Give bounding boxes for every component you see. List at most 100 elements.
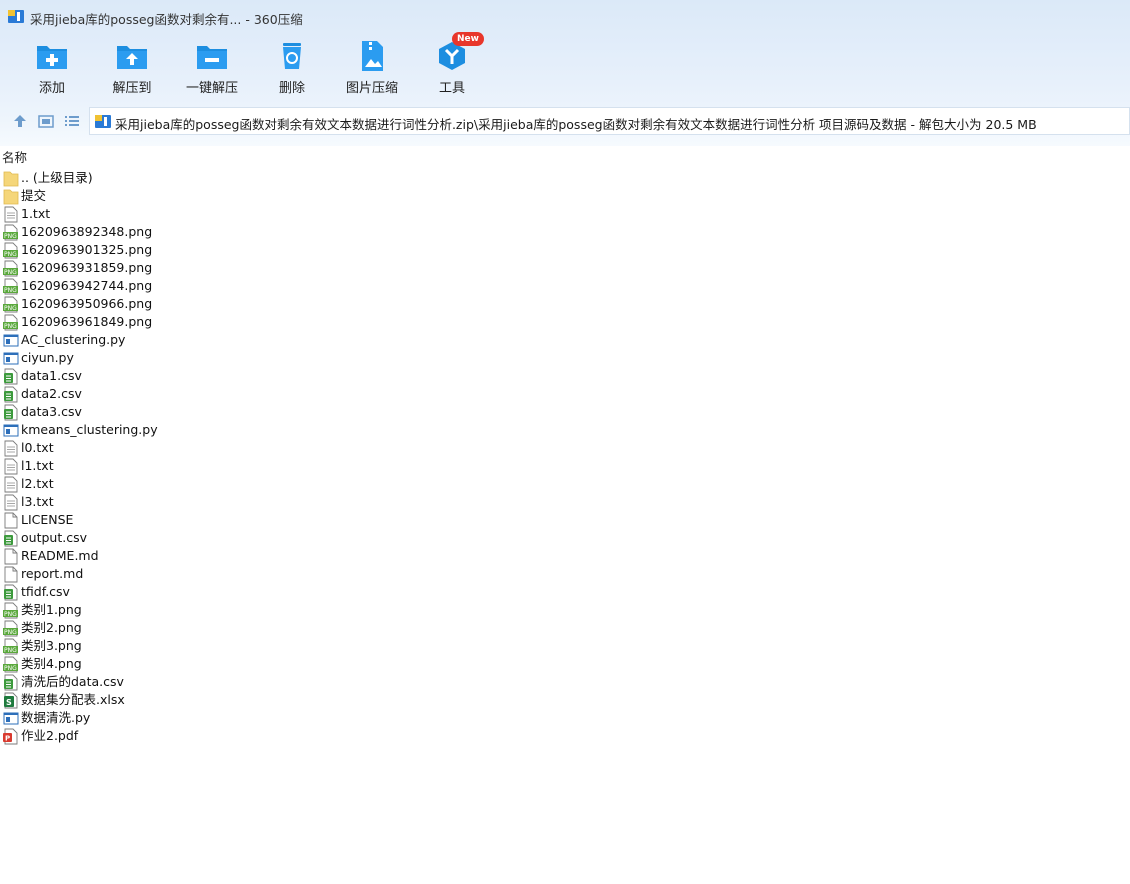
- file-name: kmeans_clustering.py: [21, 422, 158, 437]
- path-text: 采用jieba库的posseg函数对剩余有效文本数据进行词性分析.zip\采用j…: [115, 117, 1037, 132]
- toolbar: 添加 解压到 一键解压 删除 图片压缩 New 工具: [0, 32, 1130, 98]
- excel-file-icon: S: [3, 692, 19, 709]
- png-file-icon: PNG: [3, 620, 19, 637]
- file-row[interactable]: report.md: [0, 565, 600, 583]
- text-file-icon: [3, 494, 19, 511]
- svg-text:PNG: PNG: [4, 323, 17, 330]
- file-row[interactable]: 数据清洗.py: [0, 709, 600, 727]
- file-row[interactable]: PNG 1620963901325.png: [0, 241, 600, 259]
- svg-text:P: P: [5, 735, 10, 743]
- pdf-file-icon: P: [3, 728, 19, 745]
- file-row[interactable]: AC_clustering.py: [0, 331, 600, 349]
- file-name: data3.csv: [21, 404, 82, 419]
- column-header-name[interactable]: 名称: [0, 146, 1130, 165]
- file-list: .. (上级目录) 提交 1.txt PNG 1620963892348.png PNG 1…: [0, 169, 600, 745]
- trash-icon: [283, 43, 301, 69]
- extract-to-button[interactable]: 解压到: [92, 36, 172, 98]
- column-header-label: 名称: [2, 150, 28, 165]
- tools-label: 工具: [438, 81, 465, 96]
- thumbnail-view-icon[interactable]: [37, 112, 55, 130]
- svg-text:S: S: [6, 698, 12, 707]
- png-file-icon: PNG: [3, 278, 19, 295]
- zip-archive-icon: [95, 115, 111, 128]
- file-row[interactable]: LICENSE: [0, 511, 600, 529]
- file-name: 数据集分配表.xlsx: [21, 692, 125, 707]
- png-file-icon: PNG: [3, 260, 19, 277]
- svg-text:PNG: PNG: [4, 629, 17, 636]
- file-row[interactable]: data2.csv: [0, 385, 600, 403]
- file-row[interactable]: PNG 类别4.png: [0, 655, 600, 673]
- new-badge: New: [452, 32, 484, 46]
- up-arrow-icon[interactable]: [11, 112, 29, 130]
- csv-file-icon: [3, 674, 19, 691]
- navigation-bar: 采用jieba库的posseg函数对剩余有效文本数据进行词性分析.zip\采用j…: [0, 107, 1130, 135]
- file-row[interactable]: data1.csv: [0, 367, 600, 385]
- file-row[interactable]: tfidf.csv: [0, 583, 600, 601]
- folder-icon: [3, 170, 19, 187]
- file-name: 1.txt: [21, 206, 51, 221]
- image-compress-button[interactable]: 图片压缩: [332, 36, 412, 98]
- file-row[interactable]: P 作业2.pdf: [0, 727, 600, 745]
- csv-file-icon: [3, 386, 19, 403]
- file-name: 类别3.png: [21, 638, 82, 653]
- window-title: 采用jieba库的posseg函数对剩余有... - 360压缩: [30, 12, 303, 27]
- tools-button[interactable]: New 工具: [412, 32, 492, 98]
- file-name: ciyun.py: [21, 350, 74, 365]
- list-view-icon[interactable]: [63, 112, 81, 130]
- file-row[interactable]: output.csv: [0, 529, 600, 547]
- file-name: 1620963901325.png: [21, 242, 153, 257]
- one-click-extract-label: 一键解压: [185, 81, 238, 96]
- python-file-icon: [3, 332, 19, 349]
- one-click-extract-button[interactable]: 一键解压: [172, 36, 252, 98]
- file-row[interactable]: kmeans_clustering.py: [0, 421, 600, 439]
- file-name: 1620963931859.png: [21, 260, 153, 275]
- file-row[interactable]: l0.txt: [0, 439, 600, 457]
- file-name: 类别1.png: [21, 602, 82, 617]
- file-row[interactable]: PNG 1620963950966.png: [0, 295, 600, 313]
- file-row[interactable]: README.md: [0, 547, 600, 565]
- file-name: l1.txt: [21, 458, 54, 473]
- python-file-icon: [3, 710, 19, 727]
- add-button[interactable]: 添加: [12, 36, 92, 98]
- folder-row[interactable]: 提交: [0, 187, 600, 205]
- file-name: l0.txt: [21, 440, 54, 455]
- file-name: 1620963892348.png: [21, 224, 153, 239]
- file-row[interactable]: PNG 类别1.png: [0, 601, 600, 619]
- file-row[interactable]: l1.txt: [0, 457, 600, 475]
- file-name: 清洗后的data.csv: [21, 674, 124, 689]
- delete-button[interactable]: 删除: [252, 36, 332, 98]
- image-compress-icon: [362, 41, 383, 71]
- blank-file-icon: [3, 512, 19, 529]
- svg-text:PNG: PNG: [4, 251, 17, 258]
- file-row[interactable]: 1.txt: [0, 205, 600, 223]
- add-label: 添加: [38, 81, 65, 96]
- file-row[interactable]: PNG 类别3.png: [0, 637, 600, 655]
- blank-file-icon: [3, 548, 19, 565]
- path-field[interactable]: 采用jieba库的posseg函数对剩余有效文本数据进行词性分析.zip\采用j…: [89, 107, 1130, 135]
- svg-text:PNG: PNG: [4, 611, 17, 618]
- file-row[interactable]: ciyun.py: [0, 349, 600, 367]
- file-row[interactable]: PNG 1620963961849.png: [0, 313, 600, 331]
- file-row[interactable]: l3.txt: [0, 493, 600, 511]
- file-row[interactable]: PNG 类别2.png: [0, 619, 600, 637]
- file-row[interactable]: 清洗后的data.csv: [0, 673, 600, 691]
- png-file-icon: PNG: [3, 224, 19, 241]
- file-row[interactable]: PNG 1620963931859.png: [0, 259, 600, 277]
- folder-row[interactable]: .. (上级目录): [0, 169, 600, 187]
- folder-icon: [3, 188, 19, 205]
- file-name: 数据清洗.py: [21, 710, 91, 725]
- svg-text:PNG: PNG: [4, 647, 17, 654]
- csv-file-icon: [3, 530, 19, 547]
- file-row[interactable]: PNG 1620963892348.png: [0, 223, 600, 241]
- file-row[interactable]: PNG 1620963942744.png: [0, 277, 600, 295]
- python-file-icon: [3, 350, 19, 367]
- svg-text:PNG: PNG: [4, 233, 17, 240]
- csv-file-icon: [3, 368, 19, 385]
- csv-file-icon: [3, 404, 19, 421]
- svg-text:PNG: PNG: [4, 305, 17, 312]
- file-name: AC_clustering.py: [21, 332, 126, 347]
- file-row[interactable]: l2.txt: [0, 475, 600, 493]
- file-row[interactable]: data3.csv: [0, 403, 600, 421]
- title-bar[interactable]: 采用jieba库的posseg函数对剩余有... - 360压缩: [0, 0, 1130, 34]
- file-row[interactable]: S 数据集分配表.xlsx: [0, 691, 600, 709]
